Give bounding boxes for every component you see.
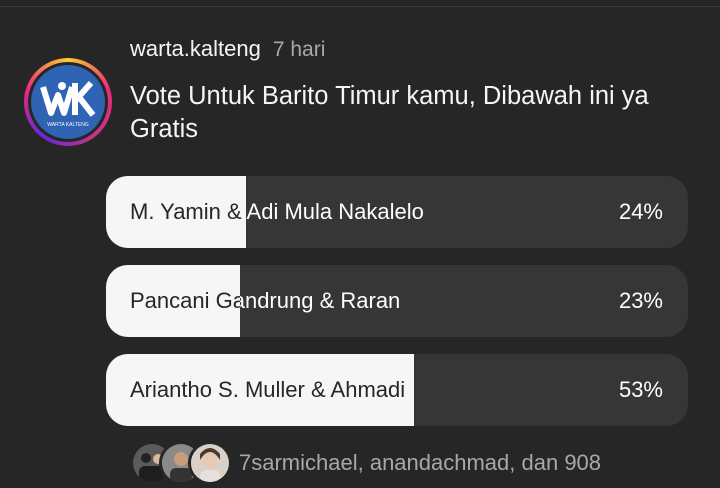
poll-option-percent: 24% [618,199,663,224]
post-time: 7 hari [272,38,326,61]
poll-option-2[interactable]: Pancani Gandrung & RaranPancani Gandrung… [106,265,688,337]
poll-option-percent: 53% [618,377,663,402]
poll-option-percent: 23% [618,288,663,313]
voters-row[interactable]: 7sarmichael, anandachmad, dan 908 [130,440,601,486]
poll-option-1[interactable]: M. Yamin & Adi Mula NakaleloM. Yamin & A… [106,176,688,248]
post-caption: Vote Untuk Barito Timur kamu, Dibawah in… [130,82,649,143]
poll-option-3[interactable]: Ariantho S. Muller & AhmadiAriantho S. M… [106,354,688,426]
poll-option-label: Ariantho S. Muller & Ahmadi [130,377,406,402]
post-header: warta.kalteng 7 hari [130,36,325,66]
voters-text: 7sarmichael, anandachmad, dan 908 [239,450,602,475]
top-divider [0,6,720,7]
warta-kalteng-logo: WARTA KALTENG [31,65,105,139]
voter-avatar [188,441,232,485]
profile-avatar[interactable]: WARTA KALTENG [24,58,112,146]
svg-text:WARTA KALTENG: WARTA KALTENG [47,122,89,128]
username-link[interactable]: warta.kalteng [130,36,261,62]
